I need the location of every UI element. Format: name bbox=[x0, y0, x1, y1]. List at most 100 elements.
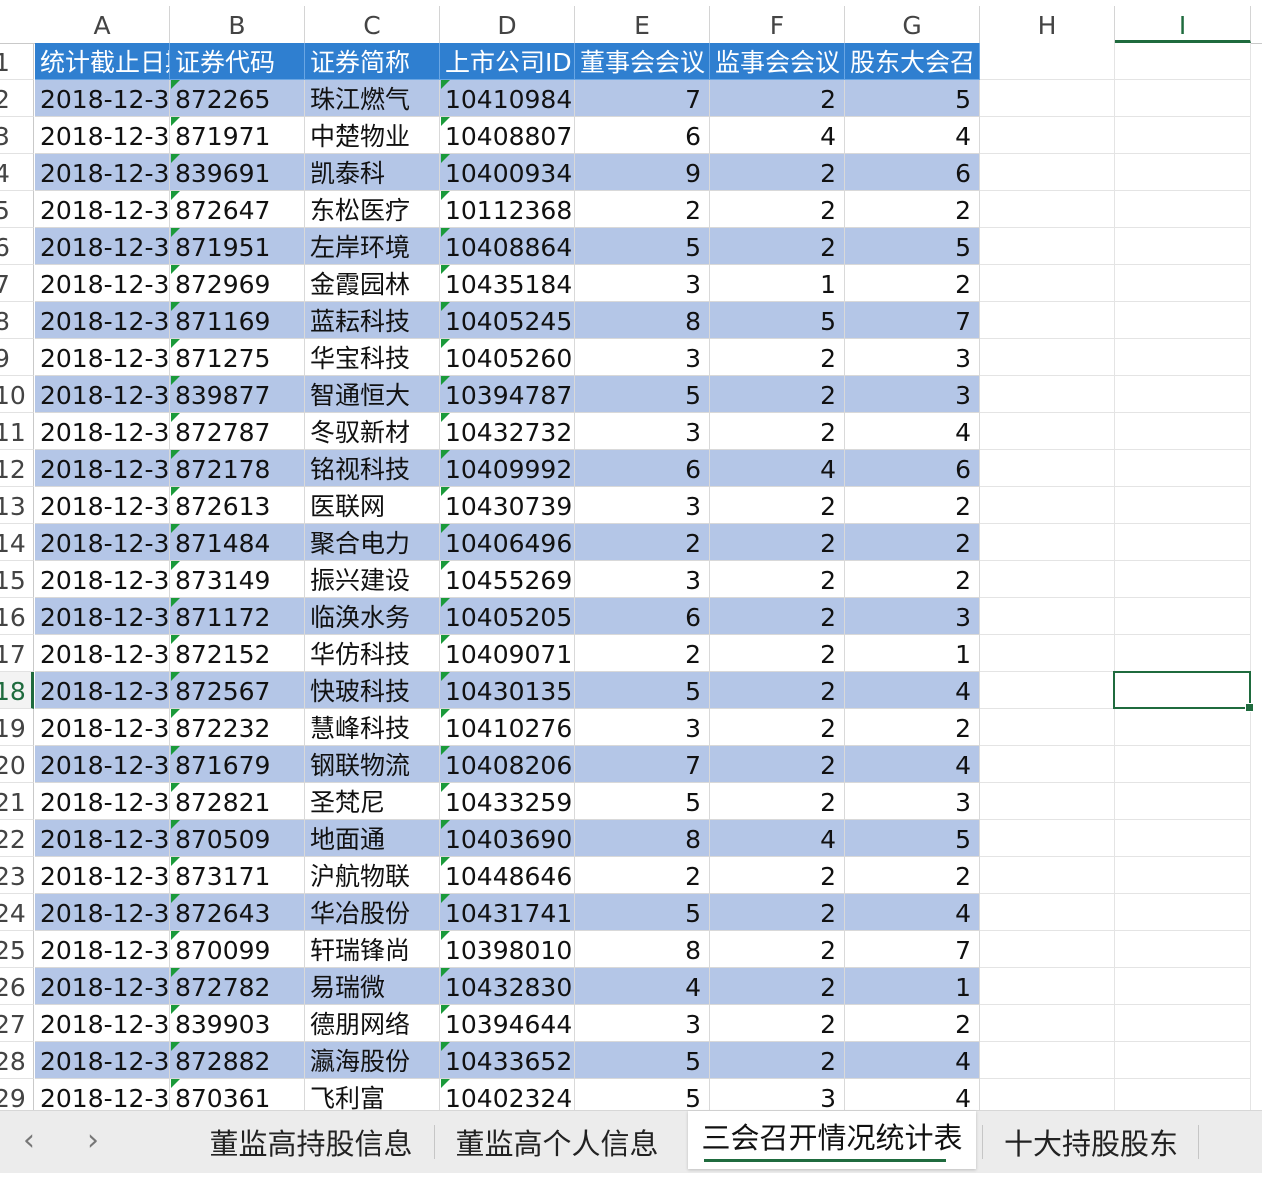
table-cell[interactable]: 2 bbox=[710, 968, 845, 1005]
table-cell[interactable]: 3 bbox=[575, 1005, 710, 1042]
table-cell[interactable]: 2018-12-31 bbox=[35, 598, 170, 635]
table-cell[interactable]: 2018-12-31 bbox=[35, 339, 170, 376]
table-cell[interactable]: 圣梵尼 bbox=[305, 783, 440, 820]
header-cell[interactable] bbox=[980, 43, 1115, 80]
table-cell[interactable]: 10431741 bbox=[440, 894, 575, 931]
header-cell[interactable]: 证券简称 bbox=[305, 43, 440, 80]
table-cell[interactable]: 珠江燃气 bbox=[305, 80, 440, 117]
column-header-a[interactable]: A bbox=[35, 6, 170, 43]
table-cell[interactable]: 聚合电力 bbox=[305, 524, 440, 561]
table-cell[interactable]: 3 bbox=[575, 709, 710, 746]
table-cell[interactable]: 839691 bbox=[170, 154, 305, 191]
table-cell[interactable]: 2 bbox=[710, 339, 845, 376]
table-cell[interactable]: 5 bbox=[845, 820, 980, 857]
table-cell[interactable]: 872969 bbox=[170, 265, 305, 302]
table-cell[interactable]: 870509 bbox=[170, 820, 305, 857]
table-cell[interactable]: 4 bbox=[845, 746, 980, 783]
next-sheet-icon[interactable]: › bbox=[78, 1123, 108, 1158]
table-cell[interactable]: 医联网 bbox=[305, 487, 440, 524]
row-number[interactable]: 6 bbox=[0, 228, 34, 265]
table-cell[interactable] bbox=[1115, 709, 1251, 746]
table-cell[interactable] bbox=[980, 1079, 1115, 1110]
table-cell[interactable]: 2 bbox=[845, 857, 980, 894]
table-cell[interactable]: 2018-12-31 bbox=[35, 561, 170, 598]
table-cell[interactable] bbox=[980, 413, 1115, 450]
table-cell[interactable]: 10432732 bbox=[440, 413, 575, 450]
table-cell[interactable] bbox=[1115, 154, 1251, 191]
table-cell[interactable] bbox=[980, 302, 1115, 339]
table-cell[interactable]: 2 bbox=[710, 228, 845, 265]
table-cell[interactable]: 4 bbox=[710, 450, 845, 487]
table-cell[interactable]: 10455269 bbox=[440, 561, 575, 598]
row-number[interactable]: 18 bbox=[0, 672, 34, 709]
row-number[interactable]: 20 bbox=[0, 746, 34, 783]
table-cell[interactable] bbox=[1115, 746, 1251, 783]
table-cell[interactable]: 4 bbox=[845, 894, 980, 931]
header-cell[interactable]: 上市公司ID bbox=[440, 43, 575, 80]
table-cell[interactable]: 东松医疗 bbox=[305, 191, 440, 228]
table-cell[interactable]: 10394787 bbox=[440, 376, 575, 413]
table-cell[interactable] bbox=[980, 191, 1115, 228]
table-cell[interactable]: 7 bbox=[575, 746, 710, 783]
table-cell[interactable]: 2 bbox=[710, 376, 845, 413]
table-cell[interactable]: 10435184 bbox=[440, 265, 575, 302]
table-cell[interactable] bbox=[1115, 376, 1251, 413]
table-cell[interactable]: 5 bbox=[575, 1042, 710, 1079]
tab-top-ten-shareholders[interactable]: 十大持股股东 bbox=[992, 1119, 1190, 1169]
table-cell[interactable]: 5 bbox=[575, 228, 710, 265]
table-cell[interactable]: 8 bbox=[575, 820, 710, 857]
header-cell[interactable]: 统计截止日期 bbox=[35, 43, 170, 80]
table-cell[interactable]: 873149 bbox=[170, 561, 305, 598]
table-cell[interactable]: 6 bbox=[845, 450, 980, 487]
table-cell[interactable]: 4 bbox=[710, 117, 845, 154]
table-cell[interactable]: 10448646 bbox=[440, 857, 575, 894]
table-cell[interactable]: 沪航物联 bbox=[305, 857, 440, 894]
table-cell[interactable]: 2 bbox=[710, 80, 845, 117]
table-cell[interactable]: 德朋网络 bbox=[305, 1005, 440, 1042]
table-cell[interactable]: 2 bbox=[710, 413, 845, 450]
table-cell[interactable] bbox=[980, 783, 1115, 820]
table-cell[interactable] bbox=[980, 820, 1115, 857]
row-number[interactable]: 15 bbox=[0, 561, 34, 598]
table-cell[interactable] bbox=[1115, 857, 1251, 894]
table-cell[interactable] bbox=[1115, 561, 1251, 598]
table-cell[interactable]: 3 bbox=[845, 598, 980, 635]
table-cell[interactable] bbox=[1115, 1042, 1251, 1079]
table-cell[interactable]: 872152 bbox=[170, 635, 305, 672]
table-cell[interactable]: 10112368 bbox=[440, 191, 575, 228]
table-cell[interactable] bbox=[980, 598, 1115, 635]
table-cell[interactable]: 4 bbox=[845, 1079, 980, 1110]
table-cell[interactable]: 10408807 bbox=[440, 117, 575, 154]
table-cell[interactable]: 2 bbox=[845, 709, 980, 746]
table-cell[interactable] bbox=[980, 339, 1115, 376]
table-cell[interactable]: 10394644 bbox=[440, 1005, 575, 1042]
table-cell[interactable]: 870099 bbox=[170, 931, 305, 968]
table-cell[interactable]: 2 bbox=[845, 524, 980, 561]
table-cell[interactable]: 2018-12-31 bbox=[35, 487, 170, 524]
table-cell[interactable] bbox=[1115, 820, 1251, 857]
table-cell[interactable]: 4 bbox=[710, 820, 845, 857]
table-cell[interactable]: 左岸环境 bbox=[305, 228, 440, 265]
table-cell[interactable]: 智通恒大 bbox=[305, 376, 440, 413]
table-cell[interactable]: 2 bbox=[710, 894, 845, 931]
row-number[interactable]: 25 bbox=[0, 931, 34, 968]
table-cell[interactable]: 4 bbox=[575, 968, 710, 1005]
table-cell[interactable] bbox=[980, 672, 1115, 709]
table-cell[interactable]: 7 bbox=[845, 302, 980, 339]
table-cell[interactable]: 2 bbox=[845, 1005, 980, 1042]
table-cell[interactable]: 872265 bbox=[170, 80, 305, 117]
table-cell[interactable]: 872882 bbox=[170, 1042, 305, 1079]
table-cell[interactable]: 2018-12-31 bbox=[35, 80, 170, 117]
table-cell[interactable]: 慧峰科技 bbox=[305, 709, 440, 746]
table-cell[interactable]: 10430135 bbox=[440, 672, 575, 709]
table-cell[interactable]: 6 bbox=[575, 117, 710, 154]
table-cell[interactable] bbox=[980, 154, 1115, 191]
table-cell[interactable]: 2018-12-31 bbox=[35, 857, 170, 894]
table-cell[interactable] bbox=[1115, 598, 1251, 635]
table-cell[interactable] bbox=[980, 635, 1115, 672]
table-cell[interactable]: 2 bbox=[710, 931, 845, 968]
table-cell[interactable]: 10410276 bbox=[440, 709, 575, 746]
table-cell[interactable]: 10405260 bbox=[440, 339, 575, 376]
table-cell[interactable] bbox=[1115, 931, 1251, 968]
row-number[interactable]: 17 bbox=[0, 635, 34, 672]
